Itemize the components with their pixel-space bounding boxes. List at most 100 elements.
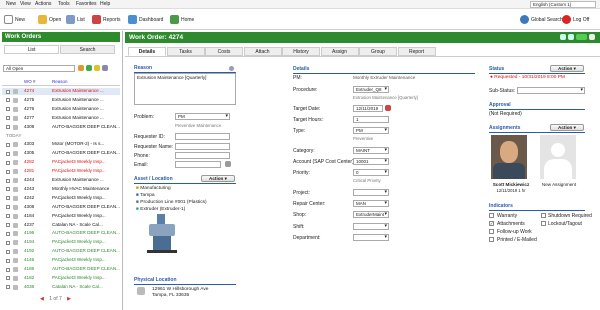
table-row[interactable]: 4186 AUTO-BAGGER DEEP CLEAN... [2,266,120,273]
requester-id-input[interactable] [175,133,230,140]
row-checkbox[interactable] [6,249,10,254]
lockout-checkbox[interactable] [541,221,546,226]
problem-select[interactable]: PM [175,113,230,120]
shutdown-checkbox[interactable] [541,213,546,218]
language-select[interactable]: English (Custom 1) [530,1,596,8]
tab-attach[interactable]: Attach [243,47,282,56]
row-checkbox[interactable] [6,178,10,183]
row-checkbox[interactable] [6,258,10,263]
grid-icon[interactable] [102,65,108,71]
menu-tools[interactable]: Tools [58,1,70,7]
department-select[interactable] [353,234,389,241]
type-select[interactable]: PM [353,127,389,134]
menu-view[interactable]: View [20,1,31,7]
row-checkbox[interactable] [6,160,10,165]
row-checkbox[interactable] [6,89,10,94]
refresh-icon[interactable] [78,65,84,71]
table-row[interactable]: 4277 Extrusion Maintenance ... [2,115,120,122]
menu-actions[interactable]: Actions [35,1,51,7]
row-checkbox[interactable] [6,125,10,130]
home-button[interactable]: Home [170,14,194,25]
row-checkbox[interactable] [6,98,10,103]
repair-center-select[interactable]: MAN [353,200,389,207]
new-assignment-avatar[interactable] [540,135,576,179]
row-checkbox[interactable] [6,116,10,121]
table-row[interactable]: 4308 AUTO-BAGGER DEEP CLEAN... [2,204,120,211]
tab-history[interactable]: History [282,47,320,56]
spellcheck-icon[interactable] [229,66,234,71]
attachments-checkbox[interactable]: ✓ [489,221,494,226]
table-row[interactable]: 4244 Extrusion Maintenance ... [2,177,120,184]
row-checkbox[interactable] [6,187,10,192]
save-icon[interactable] [576,34,587,40]
priority-select[interactable]: 0 [353,169,389,176]
shop-select[interactable]: ExtruderMaint [353,211,389,218]
row-checkbox[interactable] [6,276,10,281]
dashboard-button[interactable]: Dashboard [128,14,163,25]
target-date-input[interactable]: 12/11/2019 [353,105,383,112]
row-checkbox[interactable] [6,267,10,272]
table-row[interactable]: 4182 PACjacket3 Weekly Insp... [2,275,120,282]
account-select[interactable]: 10001 [353,158,389,165]
row-checkbox[interactable] [6,107,10,112]
assignee-photo[interactable] [491,135,527,179]
row-checkbox[interactable] [6,205,10,210]
tab-report[interactable]: Report [397,47,436,56]
phone-input[interactable] [175,152,230,159]
email-input[interactable] [175,161,221,168]
table-row[interactable]: 4276 Extrusion Maintenance ... [2,106,120,113]
filter-select[interactable]: All Open [3,65,75,72]
asset-action-button[interactable]: Action ▾ [201,175,235,182]
asset-item[interactable]: ■ Tampa [136,192,207,199]
list-button[interactable]: List [66,14,85,25]
row-checkbox[interactable] [6,223,10,227]
tab-search[interactable]: Search [60,45,115,54]
open-button[interactable]: Open [38,14,61,25]
assignments-action-button[interactable]: Action ▾ [550,124,584,131]
substatus-select[interactable] [517,87,585,94]
asset-item[interactable]: ■ Extruder (Extruder-1) [136,206,207,213]
status-action-button[interactable]: Action ▾ [550,65,584,72]
col-wo[interactable]: WO # [24,79,36,84]
table-row[interactable]: 4305 AUTO-BAGGER DEEP CLEAN... [2,150,120,157]
row-checkbox[interactable] [6,169,10,174]
row-checkbox[interactable] [6,196,10,201]
col-reason[interactable]: Reason [52,79,68,84]
table-row[interactable]: 4282 PACjacket3 Weekly Insp... [2,159,120,166]
email-icon[interactable] [225,161,231,167]
row-checkbox[interactable] [6,231,10,236]
project-select[interactable] [353,189,389,196]
table-row[interactable]: 4274 Extrusion Maintenance ... [2,88,120,95]
prev-page-icon[interactable]: ◀ [40,296,44,302]
followup-checkbox[interactable] [489,229,494,234]
menu-favorites[interactable]: Favorites [76,1,97,7]
table-row[interactable]: 4146 PACjacket3 Weekly Insp... [2,257,120,264]
tab-list[interactable]: List [4,45,59,54]
menu-help[interactable]: Help [100,1,110,7]
row-checkbox[interactable] [6,285,10,290]
log-off-button[interactable]: Log Off [562,14,589,25]
table-row[interactable]: 4192 AUTO-BAGGER DEEP CLEAN... [2,248,120,255]
shift-select[interactable] [353,223,389,230]
row-checkbox[interactable] [6,214,10,219]
printed-checkbox[interactable] [489,237,494,242]
asset-item[interactable]: ■ Production Line #001 (Plastics) [136,199,207,206]
add-icon[interactable] [86,65,92,71]
procedure-select[interactable]: Extruder_Q8 [353,86,389,93]
global-search-button[interactable]: Global Search [520,14,563,25]
new-button[interactable]: New [4,14,25,25]
table-row[interactable]: 4036 Catalan NA - Scale Cal... [2,284,120,291]
tab-group[interactable]: Group [359,47,397,56]
row-checkbox[interactable] [6,240,10,245]
row-checkbox[interactable] [6,151,10,156]
calendar-icon[interactable] [385,105,391,111]
tab-details[interactable]: Details [128,47,166,56]
table-row[interactable]: 4242 PACjacket3 Weekly Insp... [2,195,120,202]
table-row[interactable]: 4281 PACjacket3 Weekly Insp... [2,168,120,175]
requester-name-input[interactable] [175,143,230,150]
table-row[interactable]: 4303 Motor (MOTOR-2) - Is s... [2,141,120,148]
close-icon[interactable] [589,34,595,40]
tab-tasks[interactable]: Tasks [166,47,205,56]
tab-costs[interactable]: Costs [205,47,243,56]
target-hours-input[interactable]: 1 [353,116,389,123]
